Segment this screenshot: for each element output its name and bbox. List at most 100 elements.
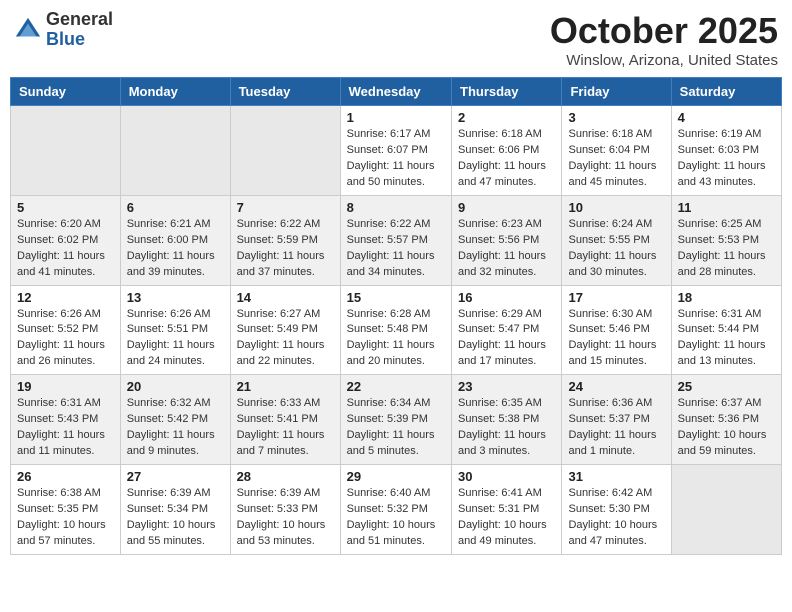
calendar-cell: 14 Sunrise: 6:27 AM Sunset: 5:49 PM Dayli… (230, 285, 340, 375)
day-number: 14 (237, 290, 334, 305)
calendar-cell: 30 Sunrise: 6:41 AM Sunset: 5:31 PM Dayli… (452, 465, 562, 555)
day-info: Sunrise: 6:23 AM Sunset: 5:56 PM Dayligh… (458, 217, 555, 281)
day-info: Sunrise: 6:34 AM Sunset: 5:39 PM Dayligh… (347, 396, 445, 460)
day-info: Sunrise: 6:25 AM Sunset: 5:53 PM Dayligh… (678, 217, 775, 281)
week-row-0: 1 Sunrise: 6:17 AM Sunset: 6:07 PM Daylig… (11, 106, 782, 196)
day-number: 10 (568, 200, 664, 215)
day-number: 25 (678, 379, 775, 394)
logo-text: General Blue (46, 10, 113, 50)
day-number: 4 (678, 110, 775, 125)
day-number: 2 (458, 110, 555, 125)
weekday-header-wednesday: Wednesday (340, 78, 451, 106)
day-info: Sunrise: 6:26 AM Sunset: 5:52 PM Dayligh… (17, 307, 114, 371)
day-info: Sunrise: 6:20 AM Sunset: 6:02 PM Dayligh… (17, 217, 114, 281)
location: Winslow, Arizona, United States (550, 52, 778, 69)
calendar-cell: 21Sunrise: 6:33 AM Sunset: 5:41 PM Dayli… (230, 375, 340, 465)
calendar-table: SundayMondayTuesdayWednesdayThursdayFrid… (10, 77, 782, 555)
calendar-cell: 15 Sunrise: 6:28 AM Sunset: 5:48 PM Dayli… (340, 285, 451, 375)
calendar-cell: 4 Sunrise: 6:19 AM Sunset: 6:03 PM Daylig… (671, 106, 781, 196)
calendar-cell: 18 Sunrise: 6:31 AM Sunset: 5:44 PM Dayli… (671, 285, 781, 375)
day-number: 26 (17, 469, 114, 484)
logo: General Blue (14, 10, 113, 50)
calendar-cell: 9 Sunrise: 6:23 AM Sunset: 5:56 PM Daylig… (452, 195, 562, 285)
day-info: Sunrise: 6:41 AM Sunset: 5:31 PM Dayligh… (458, 486, 555, 550)
week-row-3: 19 Sunrise: 6:31 AM Sunset: 5:43 PM Dayli… (11, 375, 782, 465)
day-number: 22 (347, 379, 445, 394)
calendar-cell: 7Sunrise: 6:22 AM Sunset: 5:59 PM Daylig… (230, 195, 340, 285)
day-info: Sunrise: 6:30 AM Sunset: 5:46 PM Dayligh… (568, 307, 664, 371)
weekday-header-thursday: Thursday (452, 78, 562, 106)
day-info: Sunrise: 6:18 AM Sunset: 6:06 PM Dayligh… (458, 127, 555, 191)
day-number: 12 (17, 290, 114, 305)
calendar-cell: 11 Sunrise: 6:25 AM Sunset: 5:53 PM Dayli… (671, 195, 781, 285)
day-info: Sunrise: 6:38 AM Sunset: 5:35 PM Dayligh… (17, 486, 114, 550)
calendar-cell: 1 Sunrise: 6:17 AM Sunset: 6:07 PM Daylig… (340, 106, 451, 196)
calendar-cell: 5 Sunrise: 6:20 AM Sunset: 6:02 PM Daylig… (11, 195, 121, 285)
day-info: Sunrise: 6:18 AM Sunset: 6:04 PM Dayligh… (568, 127, 664, 191)
day-number: 23 (458, 379, 555, 394)
day-number: 1 (347, 110, 445, 125)
day-info: Sunrise: 6:28 AM Sunset: 5:48 PM Dayligh… (347, 307, 445, 371)
calendar-cell: 13 Sunrise: 6:26 AM Sunset: 5:51 PM Dayli… (120, 285, 230, 375)
day-info: Sunrise: 6:33 AM Sunset: 5:41 PM Dayligh… (237, 396, 334, 460)
day-number: 15 (347, 290, 445, 305)
day-info: Sunrise: 6:26 AM Sunset: 5:51 PM Dayligh… (127, 307, 224, 371)
day-number: 8 (347, 200, 445, 215)
day-number: 30 (458, 469, 555, 484)
title-block: October 2025 Winslow, Arizona, United St… (550, 10, 778, 69)
day-number: 19 (17, 379, 114, 394)
day-info: Sunrise: 6:22 AM Sunset: 5:59 PM Dayligh… (237, 217, 334, 281)
weekday-header-tuesday: Tuesday (230, 78, 340, 106)
day-number: 13 (127, 290, 224, 305)
day-number: 11 (678, 200, 775, 215)
logo-general: General (46, 10, 113, 30)
calendar-cell: 20Sunrise: 6:32 AM Sunset: 5:42 PM Dayli… (120, 375, 230, 465)
day-info: Sunrise: 6:37 AM Sunset: 5:36 PM Dayligh… (678, 396, 775, 460)
calendar-cell: 24 Sunrise: 6:36 AM Sunset: 5:37 PM Dayli… (562, 375, 671, 465)
weekday-header-saturday: Saturday (671, 78, 781, 106)
day-info: Sunrise: 6:22 AM Sunset: 5:57 PM Dayligh… (347, 217, 445, 281)
calendar-cell: 28 Sunrise: 6:39 AM Sunset: 5:33 PM Dayli… (230, 465, 340, 555)
day-number: 9 (458, 200, 555, 215)
day-info: Sunrise: 6:39 AM Sunset: 5:33 PM Dayligh… (237, 486, 334, 550)
week-row-2: 12 Sunrise: 6:26 AM Sunset: 5:52 PM Dayli… (11, 285, 782, 375)
weekday-header-monday: Monday (120, 78, 230, 106)
day-number: 18 (678, 290, 775, 305)
calendar-cell (671, 465, 781, 555)
calendar-cell (230, 106, 340, 196)
day-number: 20 (127, 379, 224, 394)
week-row-4: 26 Sunrise: 6:38 AM Sunset: 5:35 PM Dayli… (11, 465, 782, 555)
day-info: Sunrise: 6:27 AM Sunset: 5:49 PM Dayligh… (237, 307, 334, 371)
day-info: Sunrise: 6:36 AM Sunset: 5:37 PM Dayligh… (568, 396, 664, 460)
calendar-cell: 3 Sunrise: 6:18 AM Sunset: 6:04 PM Daylig… (562, 106, 671, 196)
day-number: 24 (568, 379, 664, 394)
day-number: 5 (17, 200, 114, 215)
day-info: Sunrise: 6:21 AM Sunset: 6:00 PM Dayligh… (127, 217, 224, 281)
day-info: Sunrise: 6:17 AM Sunset: 6:07 PM Dayligh… (347, 127, 445, 191)
calendar-cell: 23 Sunrise: 6:35 AM Sunset: 5:38 PM Dayli… (452, 375, 562, 465)
day-number: 28 (237, 469, 334, 484)
calendar-cell: 10 Sunrise: 6:24 AM Sunset: 5:55 PM Dayli… (562, 195, 671, 285)
day-info: Sunrise: 6:24 AM Sunset: 5:55 PM Dayligh… (568, 217, 664, 281)
day-info: Sunrise: 6:35 AM Sunset: 5:38 PM Dayligh… (458, 396, 555, 460)
day-number: 16 (458, 290, 555, 305)
calendar-cell: 12 Sunrise: 6:26 AM Sunset: 5:52 PM Dayli… (11, 285, 121, 375)
calendar-cell: 31 Sunrise: 6:42 AM Sunset: 5:30 PM Dayli… (562, 465, 671, 555)
day-info: Sunrise: 6:31 AM Sunset: 5:43 PM Dayligh… (17, 396, 114, 460)
day-info: Sunrise: 6:19 AM Sunset: 6:03 PM Dayligh… (678, 127, 775, 191)
day-number: 3 (568, 110, 664, 125)
calendar-cell: 17Sunrise: 6:30 AM Sunset: 5:46 PM Dayli… (562, 285, 671, 375)
day-number: 27 (127, 469, 224, 484)
day-number: 31 (568, 469, 664, 484)
calendar-cell: 16Sunrise: 6:29 AM Sunset: 5:47 PM Dayli… (452, 285, 562, 375)
day-info: Sunrise: 6:42 AM Sunset: 5:30 PM Dayligh… (568, 486, 664, 550)
calendar-cell: 27Sunrise: 6:39 AM Sunset: 5:34 PM Dayli… (120, 465, 230, 555)
calendar-cell: 6 Sunrise: 6:21 AM Sunset: 6:00 PM Daylig… (120, 195, 230, 285)
day-info: Sunrise: 6:31 AM Sunset: 5:44 PM Dayligh… (678, 307, 775, 371)
calendar-cell: 26 Sunrise: 6:38 AM Sunset: 5:35 PM Dayli… (11, 465, 121, 555)
page-header: General Blue October 2025 Winslow, Arizo… (10, 10, 782, 69)
day-number: 6 (127, 200, 224, 215)
calendar-cell: 29Sunrise: 6:40 AM Sunset: 5:32 PM Dayli… (340, 465, 451, 555)
weekday-header-sunday: Sunday (11, 78, 121, 106)
week-row-1: 5 Sunrise: 6:20 AM Sunset: 6:02 PM Daylig… (11, 195, 782, 285)
